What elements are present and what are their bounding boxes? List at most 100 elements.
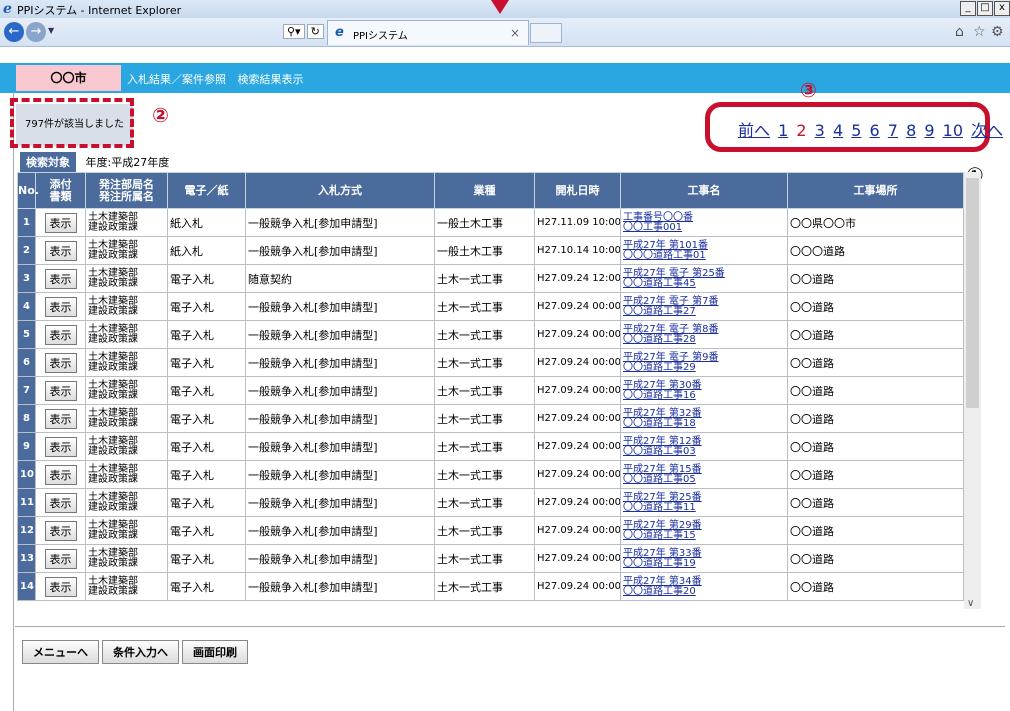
view-button[interactable]: 表示 — [44, 380, 77, 401]
work-name-link[interactable]: 平成27年 電子 第8番 — [623, 324, 785, 335]
work-name-link[interactable]: 〇〇道路工事05 — [623, 474, 785, 485]
scroll-down-icon[interactable]: ∨ — [967, 598, 974, 609]
work-name-link[interactable]: 〇〇〇道路工事01 — [623, 250, 785, 261]
view-button[interactable]: 表示 — [44, 436, 77, 457]
work-name-link[interactable]: 平成27年 第30番 — [623, 380, 785, 391]
work-name-link[interactable]: 平成27年 第32番 — [623, 408, 785, 419]
work-name-link[interactable]: 平成27年 第12番 — [623, 436, 785, 447]
new-tab-button[interactable] — [530, 23, 562, 43]
work-name-link[interactable]: 〇〇道路工事27 — [623, 306, 785, 317]
print-button[interactable]: 画面印刷 — [182, 640, 248, 664]
work-name-cell: 平成27年 電子 第8番 〇〇道路工事28 — [620, 320, 788, 349]
history-dropdown-icon[interactable]: ▼ — [48, 26, 54, 35]
open-date-cell: H27.09.24 00:00 — [534, 404, 621, 433]
work-name-link[interactable]: 〇〇道路工事28 — [623, 334, 785, 345]
work-name-link[interactable]: 〇〇道路工事18 — [623, 418, 785, 429]
search-dropdown-icon[interactable]: ⚲▾ — [283, 24, 305, 39]
work-name-link[interactable]: 平成27年 電子 第25番 — [623, 268, 785, 279]
work-place-cell: 〇〇道路 — [787, 516, 964, 545]
work-name-link[interactable]: 〇〇道路工事15 — [623, 530, 785, 541]
scroll-thumb[interactable] — [966, 178, 979, 408]
row-number: 11 — [17, 488, 36, 517]
view-button[interactable]: 表示 — [44, 492, 77, 513]
header-electronic-paper: 電子／紙 — [167, 172, 246, 209]
type-cell: 電子入札 — [167, 460, 246, 489]
view-button[interactable]: 表示 — [44, 520, 77, 541]
open-date-cell: H27.09.24 00:00 — [534, 516, 621, 545]
view-button[interactable]: 表示 — [44, 408, 77, 429]
work-name-link[interactable]: 〇〇道路工事16 — [623, 390, 785, 401]
work-name-cell: 平成27年 第15番 〇〇道路工事05 — [620, 460, 788, 489]
view-button[interactable]: 表示 — [44, 464, 77, 485]
industry-cell: 土木一式工事 — [434, 544, 535, 573]
work-name-link[interactable]: 平成27年 電子 第9番 — [623, 352, 785, 363]
department-cell: 土木建築部 建設政策課 — [85, 376, 168, 405]
work-name-link[interactable]: 〇〇道路工事11 — [623, 502, 785, 513]
page-link[interactable]: 8 — [906, 121, 916, 140]
work-name-link[interactable]: 〇〇道路工事19 — [623, 558, 785, 569]
work-name-link[interactable]: 平成27年 第25番 — [623, 492, 785, 503]
back-icon[interactable]: ← — [4, 22, 24, 42]
department-cell: 土木建築部 建設政策課 — [85, 348, 168, 377]
work-name-link[interactable]: 平成27年 第34番 — [623, 576, 785, 587]
next-page-link[interactable]: 次へ — [971, 121, 1003, 140]
table-scrollbar[interactable]: ∨ — [964, 172, 981, 609]
view-button[interactable]: 表示 — [44, 324, 77, 345]
work-name-link[interactable]: 〇〇工事001 — [623, 222, 785, 233]
header-work-name: 工事名 — [620, 172, 788, 209]
tab-close-icon[interactable]: × — [510, 26, 520, 40]
page-link[interactable]: 10 — [943, 121, 963, 140]
prev-page-link[interactable]: 前へ — [738, 121, 770, 140]
header-bid-method: 入札方式 — [245, 172, 435, 209]
close-window-button[interactable]: x — [994, 1, 1010, 16]
conditions-button[interactable]: 条件入力へ — [102, 640, 179, 664]
work-name-link[interactable]: 〇〇道路工事45 — [623, 278, 785, 289]
open-date-cell: H27.09.24 12:00 — [534, 264, 621, 293]
department-cell: 土木建築部 建設政策課 — [85, 292, 168, 321]
industry-cell: 土木一式工事 — [434, 572, 535, 601]
department-cell: 土木建築部 建設政策課 — [85, 516, 168, 545]
forward-icon[interactable]: → — [26, 22, 46, 42]
work-name-link[interactable]: 平成27年 第101番 — [623, 240, 785, 251]
breadcrumb-item[interactable]: 入札結果／案件参照 — [127, 73, 226, 86]
page-link[interactable]: 1 — [778, 121, 788, 140]
work-name-link[interactable]: 平成27年 第15番 — [623, 464, 785, 475]
open-date-cell: H27.09.24 00:00 — [534, 432, 621, 461]
view-button[interactable]: 表示 — [44, 296, 77, 317]
page-link[interactable]: 3 — [815, 121, 825, 140]
page-link[interactable]: 7 — [888, 121, 898, 140]
page-link[interactable]: 6 — [870, 121, 880, 140]
home-icon[interactable]: ⌂ — [955, 24, 964, 40]
work-name-link[interactable]: 〇〇道路工事20 — [623, 586, 785, 597]
view-button[interactable]: 表示 — [44, 240, 77, 261]
refresh-icon[interactable]: ↻ — [306, 24, 324, 39]
gear-icon[interactable]: ⚙ — [991, 24, 1004, 40]
tab-label: PPIシステム — [353, 31, 408, 42]
method-cell: 随意契約 — [245, 264, 435, 293]
page-link[interactable]: 5 — [851, 121, 861, 140]
menu-button[interactable]: メニューへ — [22, 640, 99, 664]
open-date-cell: H27.09.24 00:00 — [534, 572, 621, 601]
favorites-star-icon[interactable]: ☆ — [973, 24, 986, 40]
view-button[interactable]: 表示 — [44, 212, 77, 233]
work-name-link[interactable]: 〇〇道路工事29 — [623, 362, 785, 373]
attachment-cell: 表示 — [35, 572, 86, 601]
page-link[interactable]: 4 — [833, 121, 843, 140]
view-button[interactable]: 表示 — [44, 352, 77, 373]
view-button[interactable]: 表示 — [44, 268, 77, 289]
maximize-button[interactable]: □ — [977, 1, 993, 16]
city-button[interactable]: 〇〇市 — [16, 65, 121, 91]
minimize-button[interactable]: _ — [960, 1, 976, 16]
method-cell: 一般競争入札[参加申請型] — [245, 208, 435, 237]
work-name-link[interactable]: 平成27年 第29番 — [623, 520, 785, 531]
view-button[interactable]: 表示 — [44, 548, 77, 569]
tab-favicon-icon: e — [335, 25, 344, 40]
work-name-link[interactable]: 平成27年 第33番 — [623, 548, 785, 559]
work-name-link[interactable]: 平成27年 電子 第7番 — [623, 296, 785, 307]
work-name-link[interactable]: 工事番号〇〇番 — [623, 212, 785, 223]
work-name-link[interactable]: 〇〇道路工事03 — [623, 446, 785, 457]
page-link[interactable]: 9 — [924, 121, 934, 140]
view-button[interactable]: 表示 — [44, 576, 77, 597]
browser-tab[interactable]: e PPIシステム × — [327, 20, 529, 45]
type-cell: 電子入札 — [167, 320, 246, 349]
